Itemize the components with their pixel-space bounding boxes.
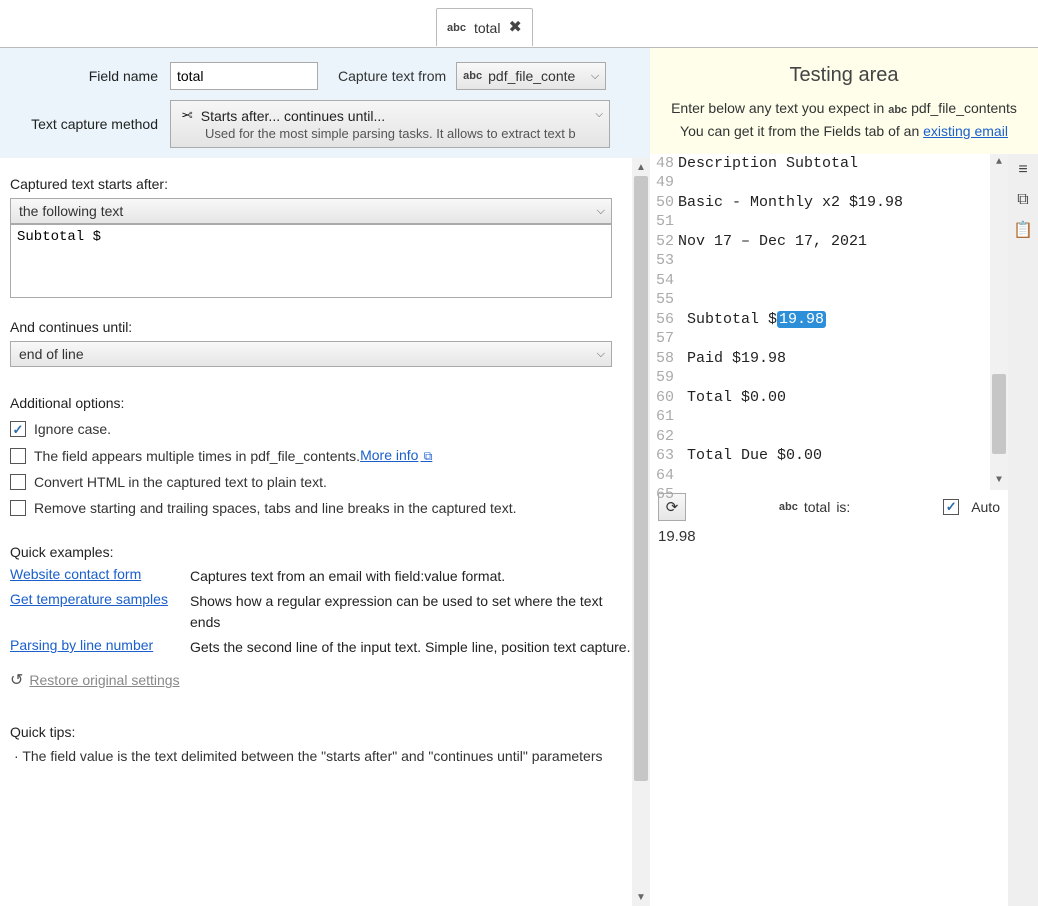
hamburger-icon: ≡: [1018, 161, 1027, 179]
test-text-editor[interactable]: 484950515253545556575859606162636465 Des…: [650, 154, 1008, 490]
copy-button[interactable]: ⧉: [1009, 186, 1037, 214]
abc-icon: abc: [447, 22, 466, 34]
scroll-up-icon[interactable]: ▲: [632, 158, 650, 176]
menu-button[interactable]: ≡: [1009, 156, 1037, 184]
continues-until-mode-value: end of line: [19, 346, 84, 362]
scroll-down-icon[interactable]: ▼: [990, 472, 1008, 490]
copy-icon: ⧉: [1017, 191, 1028, 209]
result-value: 19.98: [650, 524, 1008, 906]
capture-method-select[interactable]: ✂ Starts after... continues until... Use…: [170, 100, 610, 148]
restore-settings-link[interactable]: Restore original settings: [29, 672, 179, 688]
starts-after-text-input[interactable]: Subtotal $: [10, 224, 612, 298]
tab-title: total: [474, 20, 500, 36]
ignore-case-label: Ignore case.: [34, 421, 111, 437]
close-icon[interactable]: ✖: [508, 20, 521, 36]
capture-from-select[interactable]: abc pdf_file_conte ⌵: [456, 62, 606, 90]
paste-icon: 📋: [1013, 220, 1033, 240]
tip-item: The field value is the text delimited be…: [10, 746, 636, 767]
abc-icon: abc: [463, 70, 482, 82]
quick-tips-label: Quick tips:: [10, 724, 636, 740]
example-description: Gets the second line of the input text. …: [190, 637, 636, 658]
editor-scrollbar[interactable]: ▲ ▼: [990, 154, 1008, 490]
chevron-down-icon: ⌵: [597, 205, 605, 218]
scroll-down-icon[interactable]: ▼: [632, 888, 650, 906]
capture-method-label: Text capture method: [10, 116, 170, 132]
example-link[interactable]: Website contact form: [10, 566, 141, 582]
more-info-link[interactable]: More info ⧉: [360, 447, 432, 464]
field-name-input[interactable]: [170, 62, 318, 90]
continues-until-mode-select[interactable]: end of line ⌵: [10, 341, 612, 367]
example-link[interactable]: Get temperature samples: [10, 591, 168, 607]
trim-label: Remove starting and trailing spaces, tab…: [34, 500, 517, 516]
paste-button[interactable]: 📋: [1009, 216, 1037, 244]
multiple-times-checkbox[interactable]: [10, 448, 26, 464]
field-tab[interactable]: abc total ✖: [436, 8, 533, 46]
quick-examples-label: Quick examples:: [10, 544, 636, 560]
convert-html-label: Convert HTML in the captured text to pla…: [34, 474, 327, 490]
capture-method-description: Used for the most simple parsing tasks. …: [205, 126, 599, 141]
scissors-icon: ✂: [181, 107, 193, 124]
chevron-down-icon: ⌵: [591, 70, 599, 83]
additional-options-label: Additional options:: [10, 395, 636, 411]
left-scrollbar[interactable]: ▲ ▼: [632, 158, 650, 906]
chevron-down-icon: ⌵: [595, 109, 603, 120]
ignore-case-checkbox[interactable]: [10, 421, 26, 437]
convert-html-checkbox[interactable]: [10, 474, 26, 490]
example-description: Captures text from an email with field:v…: [190, 566, 636, 587]
trim-checkbox[interactable]: [10, 500, 26, 516]
starts-after-label: Captured text starts after:: [10, 176, 636, 192]
scroll-up-icon[interactable]: ▲: [990, 154, 1008, 172]
starts-after-mode-select[interactable]: the following text ⌵: [10, 198, 612, 224]
abc-icon: abc: [888, 104, 907, 116]
field-settings-header: Field name Capture text from abc pdf_fil…: [0, 48, 650, 158]
testing-area-subtitle: Enter below any text you expect in abc p…: [664, 97, 1024, 142]
example-description: Shows how a regular expression can be us…: [190, 591, 636, 633]
starts-after-mode-value: the following text: [19, 203, 123, 219]
undo-icon: ↺: [10, 670, 23, 690]
multiple-times-label: The field appears multiple times in pdf_…: [34, 448, 360, 464]
capture-from-value: pdf_file_conte: [488, 68, 575, 84]
field-name-label: Field name: [10, 68, 170, 84]
continues-until-label: And continues until:: [10, 319, 636, 335]
example-link[interactable]: Parsing by line number: [10, 637, 153, 653]
capture-from-label: Capture text from: [338, 68, 446, 84]
external-link-icon: ⧉: [420, 449, 432, 463]
existing-email-link[interactable]: existing email: [923, 123, 1008, 139]
capture-method-title: Starts after... continues until...: [201, 108, 385, 124]
testing-area-title: Testing area: [664, 64, 1024, 87]
chevron-down-icon: ⌵: [597, 348, 605, 361]
